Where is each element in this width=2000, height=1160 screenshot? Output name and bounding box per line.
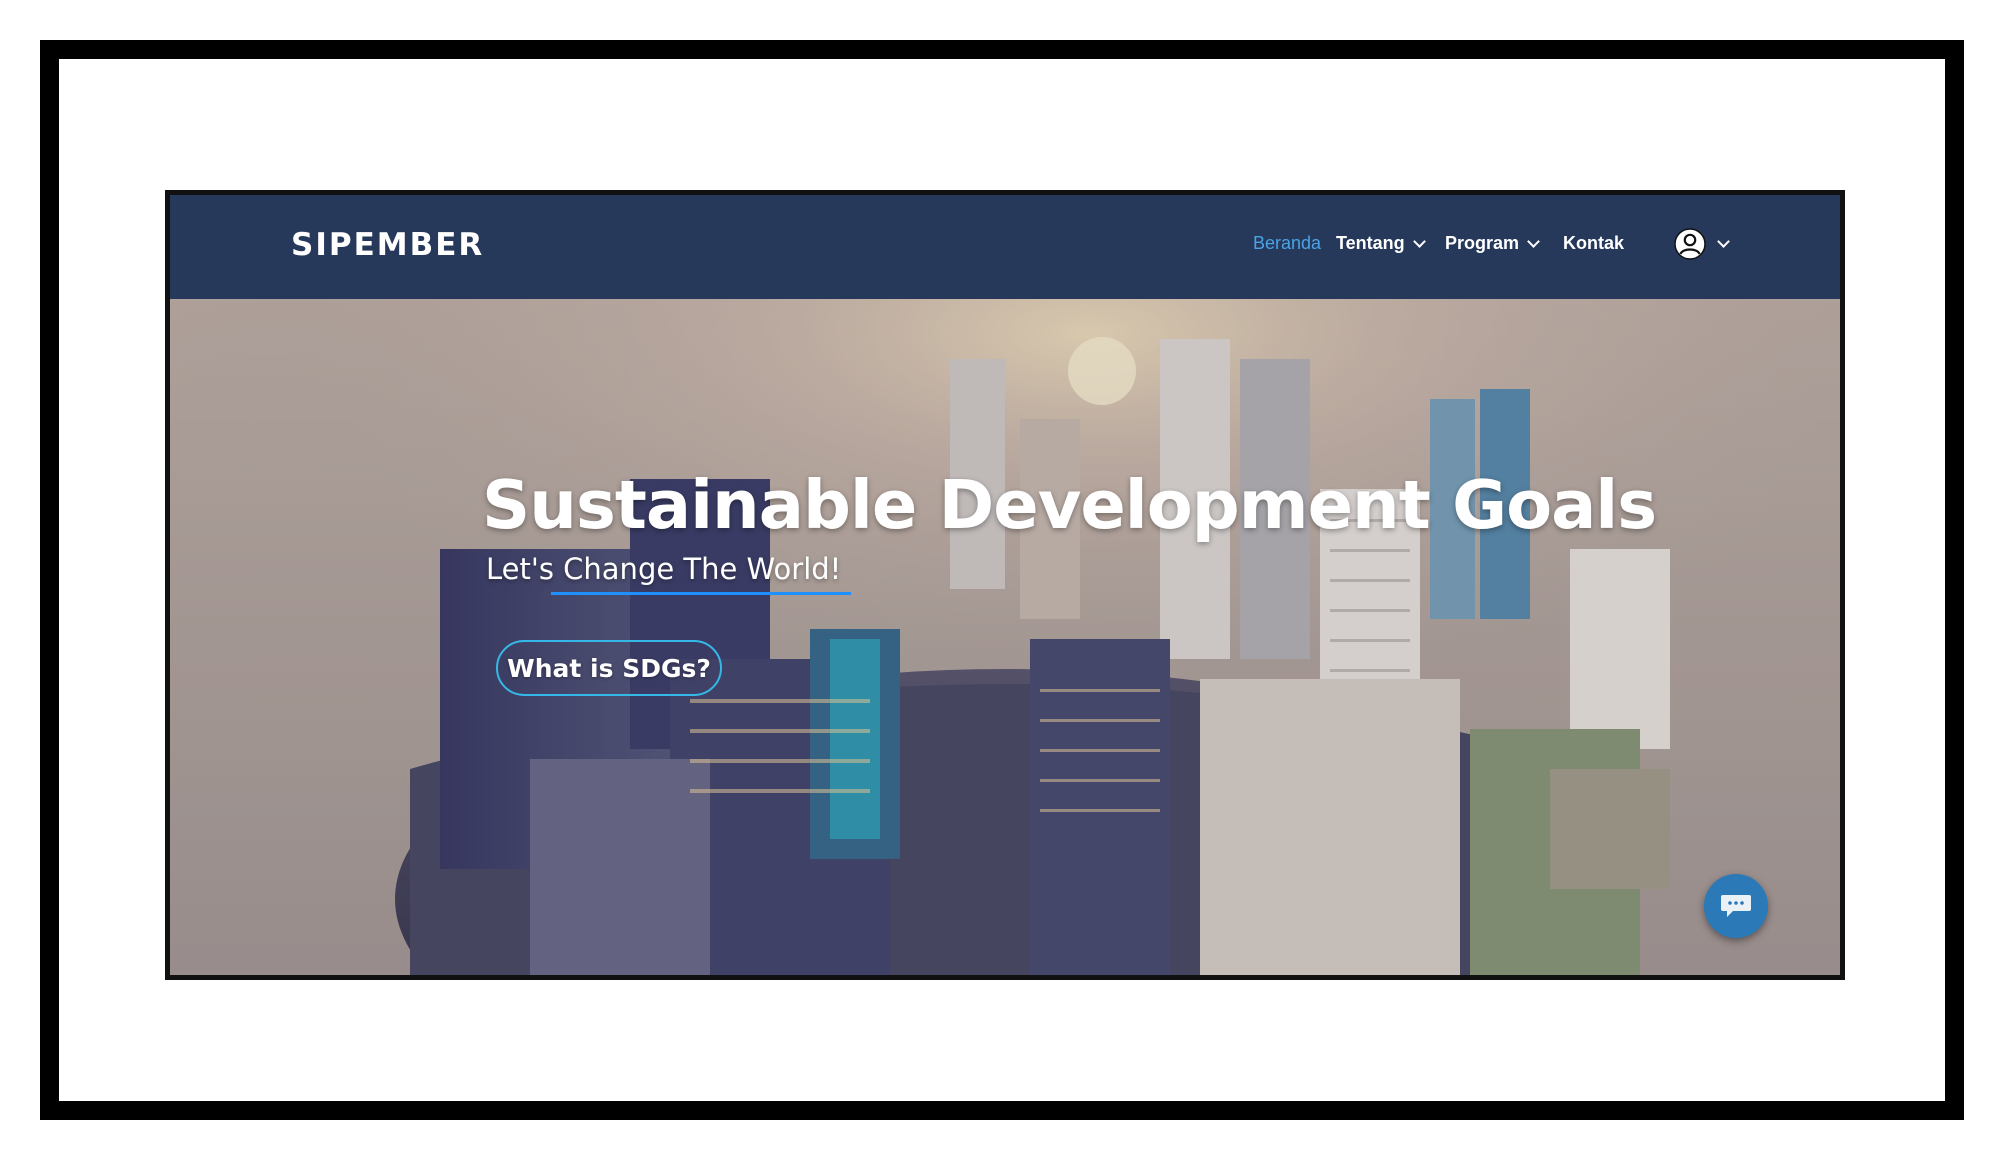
subtitle-underline [551,592,851,595]
nav-label: Tentang [1336,233,1405,253]
browser-viewport: SIPEMBER Beranda Tentang Program Kontak [165,190,1845,980]
nav-label: Kontak [1563,233,1625,253]
chat-widget-button[interactable] [1704,874,1768,938]
hero-subtitle: Let's Change The World! [486,552,842,586]
top-navbar: SIPEMBER Beranda Tentang Program Kontak [170,195,1840,299]
what-is-sdgs-button[interactable]: What is SDGs? [496,640,722,696]
nav-item-program[interactable]: Program [1445,233,1540,254]
hero-title: Sustainable Development Goals [482,466,1657,544]
chevron-down-icon [1412,234,1426,248]
city-globe-background-image [170,299,1840,975]
brand-logo[interactable]: SIPEMBER [291,227,484,263]
chat-bubble-icon [1721,895,1751,917]
nav-item-tentang[interactable]: Tentang [1336,233,1426,254]
user-menu-dropdown[interactable] [1673,227,1730,261]
chevron-down-icon [1527,234,1540,248]
chevron-down-icon [1717,235,1730,248]
hero-section: Sustainable Development Goals Let's Chan… [170,299,1840,975]
user-circle-icon [1674,228,1706,260]
nav-item-kontak[interactable]: Kontak [1563,233,1624,254]
nav-label: Program [1445,233,1520,253]
nav-item-beranda[interactable]: Beranda [1253,233,1321,254]
nav-label: Beranda [1253,233,1322,253]
